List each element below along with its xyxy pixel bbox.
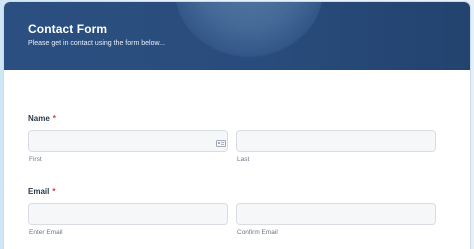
last-name-input[interactable] [236,130,436,152]
header-moon-decoration [174,2,324,60]
email-sublabel: Enter Email [29,229,63,236]
last-name-sublabel: Last [237,156,250,163]
first-name-sublabel: First [29,156,42,163]
contact-card-icon[interactable] [216,140,226,147]
email-input[interactable] [28,203,228,225]
contact-form-card: Contact Form Please get in contact using… [4,2,470,249]
form-title: Contact Form [28,22,108,36]
form-subtitle: Please get in contact using the form bel… [28,40,165,47]
email-required-mark: * [52,187,56,196]
confirm-email-input[interactable] [236,203,436,225]
confirm-email-sublabel: Confirm Email [237,229,278,236]
name-label-text: Name [28,114,50,123]
first-name-input[interactable] [28,130,228,152]
name-required-mark: * [52,114,56,123]
email-label-text: Email [28,187,50,196]
email-label: Email * [28,187,55,196]
name-label: Name * [28,114,56,123]
form-header: Contact Form Please get in contact using… [4,2,470,70]
page-background: Contact Form Please get in contact using… [0,0,474,249]
